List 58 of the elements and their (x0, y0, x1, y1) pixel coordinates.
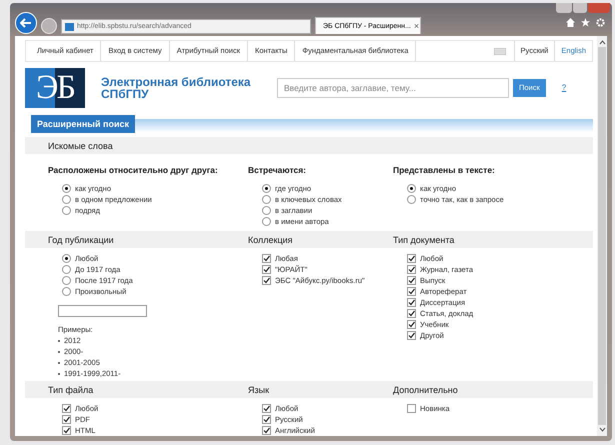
checkbox[interactable] (262, 254, 271, 263)
section-title: Год публикации (48, 234, 115, 244)
radio-button[interactable] (62, 254, 71, 263)
checkbox[interactable] (262, 404, 271, 413)
radio-button[interactable] (62, 287, 71, 296)
tab-close-button[interactable]: × (414, 21, 420, 31)
page-tab[interactable]: Расширенный поиск (31, 115, 135, 133)
checkbox[interactable] (62, 415, 71, 424)
checkbox[interactable] (262, 265, 271, 274)
section-title: Тип файла (48, 384, 94, 394)
checkbox[interactable] (262, 276, 271, 285)
scroll-up-icon[interactable] (598, 40, 606, 45)
radio-button[interactable] (62, 195, 71, 204)
star-icon[interactable] (581, 18, 590, 27)
section-title: Коллекция (248, 234, 294, 244)
checkbox[interactable] (407, 276, 416, 285)
home-icon[interactable] (566, 18, 575, 27)
settings-icon[interactable] (596, 18, 605, 27)
site-icon (65, 22, 74, 30)
radio-button[interactable] (62, 206, 71, 215)
year-field[interactable] (58, 305, 147, 317)
radio-button[interactable] (262, 195, 271, 204)
radio-button[interactable] (62, 265, 71, 274)
checkbox[interactable] (407, 320, 416, 329)
back-button[interactable] (15, 12, 37, 34)
section-title: Искомые слова (48, 140, 114, 150)
site-title: Электронная библиотека СПбГПУ (101, 76, 252, 100)
checkbox[interactable] (262, 415, 271, 424)
checkbox[interactable] (407, 254, 416, 263)
checkbox[interactable] (407, 404, 416, 413)
radio-button[interactable] (262, 217, 271, 226)
scroll-down-icon[interactable] (598, 427, 606, 432)
checkbox[interactable] (407, 287, 416, 296)
checkbox[interactable] (407, 331, 416, 340)
radio-button[interactable] (262, 206, 271, 215)
section-title: Язык (248, 384, 270, 394)
radio-button[interactable] (62, 184, 71, 193)
checkbox[interactable] (62, 404, 71, 413)
radio-button[interactable] (407, 184, 416, 193)
checkbox[interactable] (262, 426, 271, 435)
group-title: Представлены в тексте: (393, 165, 496, 175)
radio-button[interactable] (62, 276, 71, 285)
checkbox[interactable] (62, 426, 71, 435)
checkbox[interactable] (407, 298, 416, 307)
section-title: Дополнительно (393, 384, 459, 394)
logo: ЭБ (25, 68, 85, 108)
group-title: Встречаются: (248, 165, 308, 175)
radio-button[interactable] (407, 195, 416, 204)
arrow-icon (20, 18, 32, 28)
help-link[interactable]: ? (562, 83, 566, 92)
scrollbar[interactable] (597, 36, 607, 436)
search-field[interactable]: Введите автора, заглавие, тему... (277, 78, 509, 98)
checkbox[interactable] (407, 309, 416, 318)
forward-button[interactable] (41, 18, 57, 34)
checkbox[interactable] (407, 265, 416, 274)
section-title: Тип документа (393, 234, 456, 244)
group-title: Расположены относительно друг друга: (48, 165, 219, 175)
radio-button[interactable] (262, 184, 271, 193)
